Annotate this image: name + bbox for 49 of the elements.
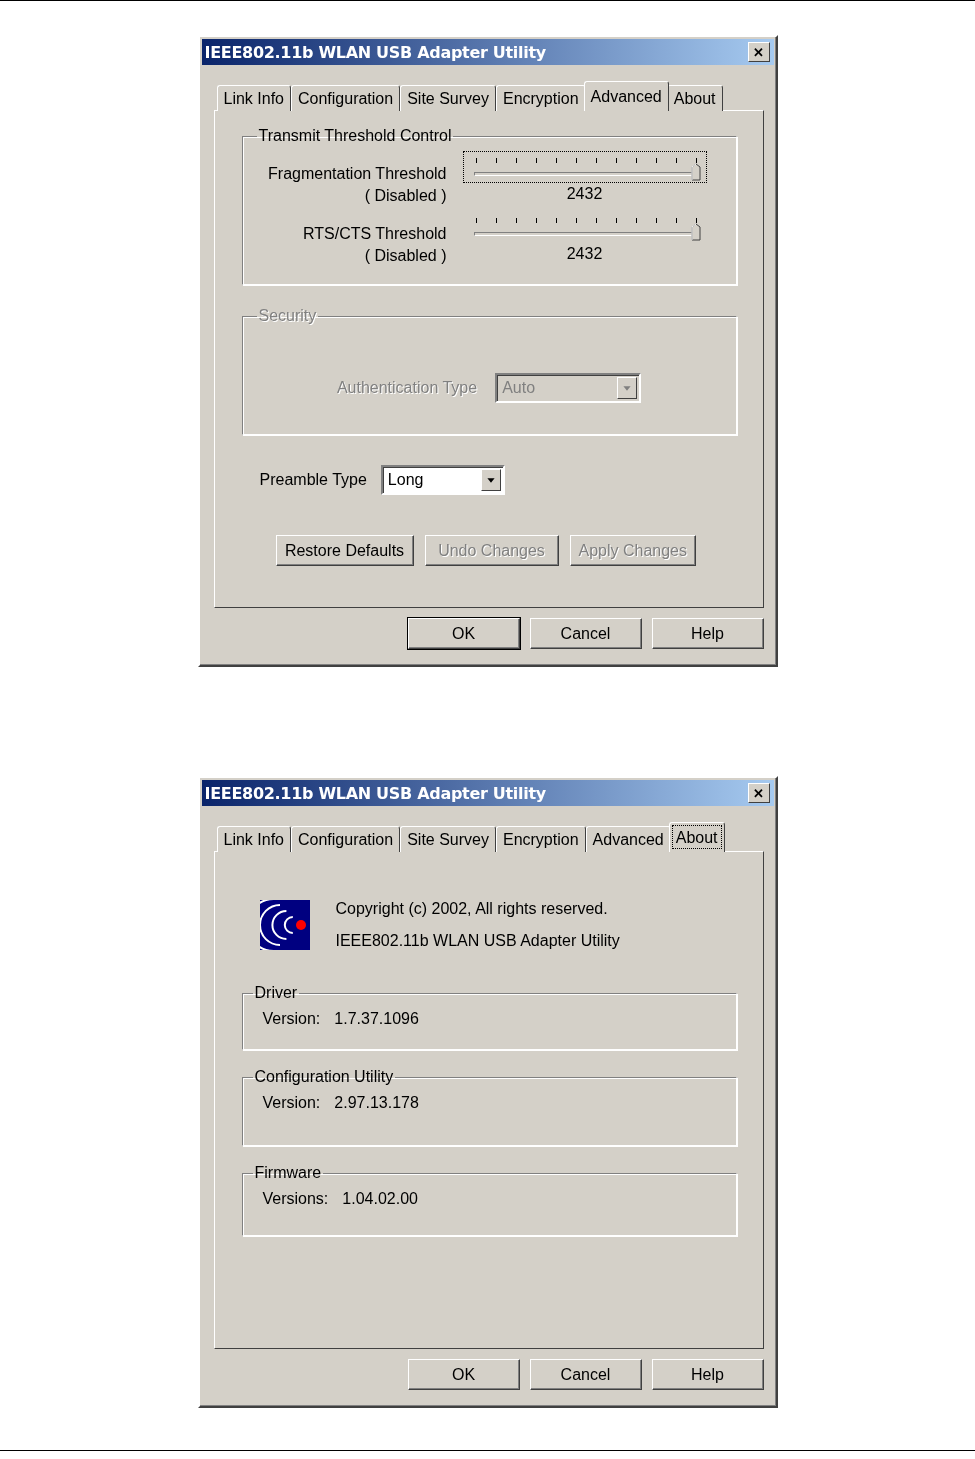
version-value: 2.97.13.178 [334, 1094, 419, 1112]
tab[interactable]: Link Info [216, 826, 291, 852]
slider-status: ( Disabled ) [364, 246, 447, 266]
dialog-button[interactable]: Help [651, 1359, 764, 1390]
version-label: Version: [262, 1094, 321, 1112]
tab[interactable]: Advanced [583, 81, 669, 111]
close-button[interactable]: ✕ [747, 42, 770, 62]
tab[interactable]: Link Info [216, 85, 291, 111]
slider-thumb[interactable] [690, 163, 701, 181]
version-label: Versions: [262, 1190, 329, 1208]
slider-label: RTS/CTS Threshold [303, 224, 447, 244]
slider-thumb[interactable] [690, 223, 701, 241]
threshold-value: 2432 [566, 245, 603, 263]
tab[interactable]: Advanced [585, 826, 671, 852]
dialog-button[interactable]: OK [407, 618, 520, 649]
tab[interactable]: Encryption [495, 826, 586, 852]
slider-label: Fragmentation Threshold [268, 164, 447, 184]
about-text: IEEE802.11b WLAN USB Adapter Utility [335, 932, 620, 950]
field-label: Authentication Type [336, 379, 478, 397]
threshold-slider[interactable] [462, 151, 707, 183]
version-label: Version: [262, 1010, 321, 1028]
group-title: Transmit Threshold Control [257, 127, 453, 145]
tab[interactable]: About [666, 85, 723, 111]
dialog-button[interactable]: Help [651, 618, 764, 649]
dialog-button[interactable]: Cancel [529, 1359, 642, 1390]
dialog-button[interactable]: OK [407, 1359, 520, 1390]
preamble-dropdown[interactable]: Long [380, 465, 505, 495]
group-title: Firmware [253, 1164, 323, 1182]
tab[interactable]: Site Survey [400, 85, 496, 111]
version-value: 1.7.37.1096 [334, 1010, 419, 1028]
tab[interactable]: Encryption [495, 85, 586, 111]
tab[interactable]: About [668, 822, 725, 852]
slider-status: ( Disabled ) [364, 186, 447, 206]
field-label: Preamble Type [259, 471, 367, 489]
close-button[interactable]: ✕ [747, 783, 770, 803]
wireless-logo-icon [259, 900, 310, 950]
version-value: 1.04.02.00 [342, 1190, 418, 1208]
tab[interactable]: Configuration [291, 85, 401, 111]
group-title: Configuration Utility [253, 1068, 395, 1086]
threshold-value: 2432 [566, 185, 603, 203]
action-button[interactable]: Restore Defaults [275, 535, 414, 566]
dialog-button[interactable]: Cancel [529, 618, 642, 649]
tab[interactable]: Configuration [291, 826, 401, 852]
window-title: IEEE802.11b WLAN USB Adapter Utility [204, 783, 546, 803]
window-title: IEEE802.11b WLAN USB Adapter Utility [204, 42, 546, 62]
tab[interactable]: Site Survey [400, 826, 496, 852]
group-title: Driver [253, 984, 299, 1002]
group-title: Security [257, 307, 318, 325]
about-text: Copyright (c) 2002, All rights reserved. [335, 900, 609, 918]
